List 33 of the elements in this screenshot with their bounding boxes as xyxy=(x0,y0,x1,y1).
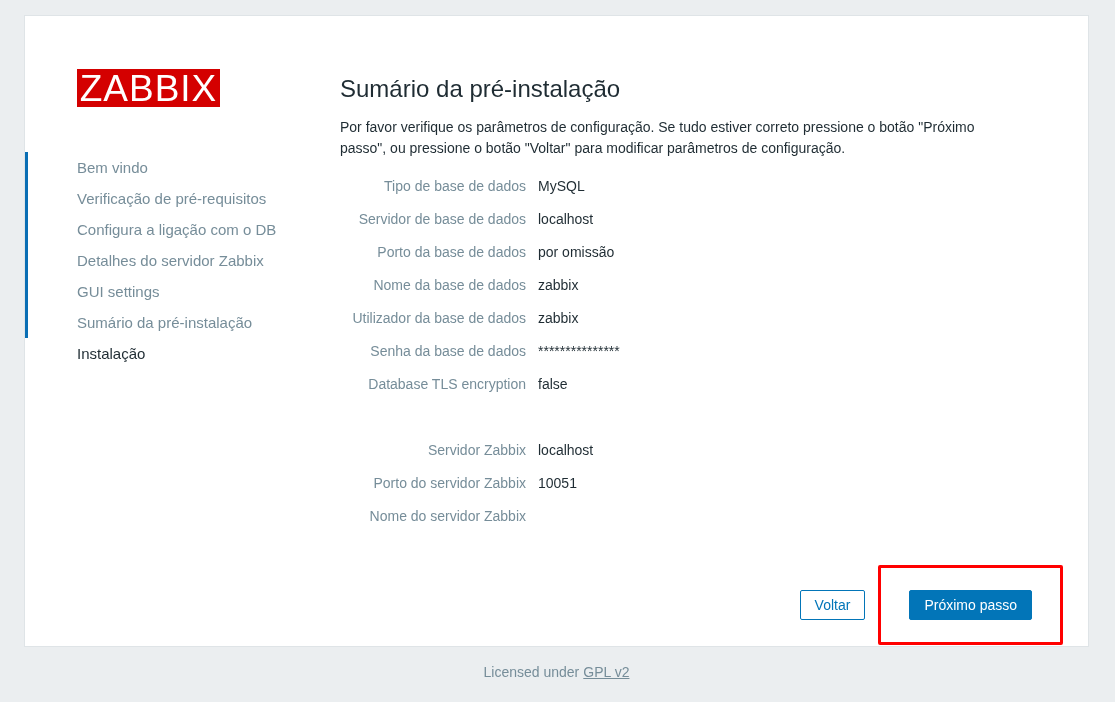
field-value: *************** xyxy=(538,342,620,359)
step-item: Bem vindo xyxy=(25,152,340,183)
field-label: Database TLS encryption xyxy=(367,375,526,392)
next-button[interactable]: Próximo passo xyxy=(909,590,1032,620)
field-value: zabbix xyxy=(538,309,579,326)
step-item: GUI settings xyxy=(25,276,340,307)
field-value: false xyxy=(538,375,568,392)
step-item: Sumário da pré-instalação xyxy=(25,307,340,338)
field-label: Nome da base de dados xyxy=(372,276,526,293)
field-value: por omissão xyxy=(538,243,615,260)
field-label: Tipo de base de dados xyxy=(383,177,526,194)
step-item: Configura a ligação com o DB xyxy=(25,214,340,245)
step-item: Verificação de pré-requisitos xyxy=(25,183,340,214)
field-value: localhost xyxy=(538,210,594,227)
field-label: Nome do servidor Zabbix xyxy=(368,507,526,524)
step-item: Detalhes do servidor Zabbix xyxy=(25,245,340,276)
field-label: Senha da base de dados xyxy=(369,342,526,359)
field-value: localhost xyxy=(538,441,594,458)
field-label: Utilizador da base de dados xyxy=(351,309,526,326)
field-label: Porto do servidor Zabbix xyxy=(372,474,526,491)
license-link[interactable]: GPL v2 xyxy=(583,664,630,680)
field-value: zabbix xyxy=(538,276,579,293)
license-text: Licensed under xyxy=(483,664,580,680)
field-value: MySQL xyxy=(538,177,585,194)
intro-text: Por favor verifique os parâmetros de configuração. Se tudo estiver correto pressione o botão "Próximo passo", ou pressione o botão "Voltar" para modificar parâmetros de configuração. xyxy=(340,118,976,158)
field-label: Servidor Zabbix xyxy=(426,441,526,458)
page-title: Sumário da pré-instalação xyxy=(340,74,622,104)
field-value: 10051 xyxy=(538,474,577,491)
field-label: Porto da base de dados xyxy=(376,243,526,260)
step-item: Instalação xyxy=(76,344,147,364)
field-label: Servidor de base de dados xyxy=(357,210,526,227)
back-button[interactable]: Voltar xyxy=(799,590,866,620)
zabbix-logo: ZABBIX xyxy=(77,69,220,107)
